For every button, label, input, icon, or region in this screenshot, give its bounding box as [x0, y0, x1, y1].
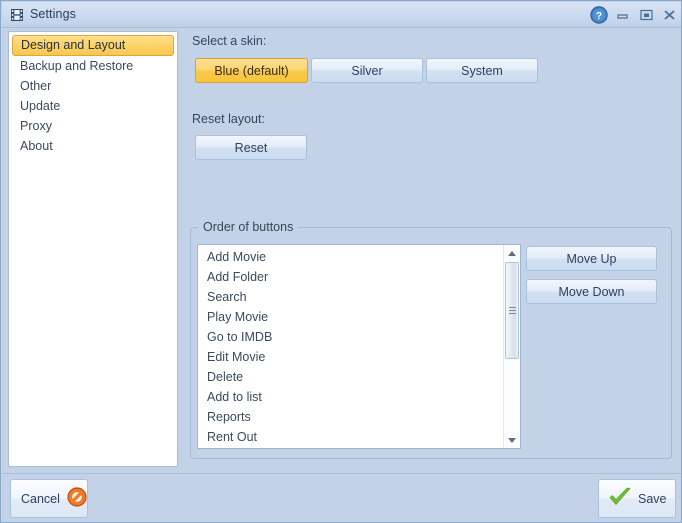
film-strip-icon: [10, 8, 24, 22]
no-entry-icon: [66, 486, 88, 511]
settings-window: Settings ? Design and Layout Backup and …: [0, 0, 682, 523]
scroll-up-arrow-icon[interactable]: [504, 245, 520, 261]
cancel-button[interactable]: Cancel: [10, 479, 88, 518]
skin-option-label: Silver: [351, 63, 383, 78]
list-item[interactable]: Delete: [198, 367, 500, 387]
reset-layout-label: Reset layout:: [192, 112, 265, 126]
window-title: Settings: [30, 7, 76, 21]
triangle-down-icon: [508, 437, 516, 443]
list-item[interactable]: Edit Movie: [198, 347, 500, 367]
scrollbar-grip-icon: [509, 307, 516, 314]
skin-option-label: System: [461, 63, 503, 78]
list-item[interactable]: Add Folder: [198, 267, 500, 287]
sidebar-item-label: Other: [20, 79, 52, 93]
scrollbar-thumb[interactable]: [505, 262, 519, 359]
sidebar-item-about[interactable]: About: [12, 136, 174, 156]
list-item[interactable]: Play Movie: [198, 307, 500, 327]
skin-option-system[interactable]: System: [426, 58, 538, 83]
skin-option-blue-default[interactable]: Blue (default): [195, 58, 308, 83]
sidebar-item-other[interactable]: Other: [12, 76, 174, 96]
sidebar-item-label: Update: [20, 99, 61, 113]
list-item[interactable]: Reports: [198, 407, 500, 427]
close-button[interactable]: [661, 7, 678, 23]
settings-category-list[interactable]: Design and Layout Backup and Restore Oth…: [8, 31, 178, 467]
maximize-button[interactable]: [638, 7, 655, 23]
move-up-label: Move Up: [566, 251, 617, 266]
move-down-button[interactable]: Move Down: [526, 279, 657, 304]
select-skin-label: Select a skin:: [192, 34, 267, 48]
sidebar-item-label: About: [20, 139, 53, 153]
triangle-up-icon: [508, 250, 516, 256]
order-of-buttons-legend: Order of buttons: [198, 220, 299, 234]
order-of-buttons-list[interactable]: Add Movie Add Folder Search Play Movie G…: [197, 244, 521, 449]
save-button[interactable]: Save: [598, 479, 676, 518]
list-item[interactable]: Rent Out: [198, 427, 500, 447]
move-up-button[interactable]: Move Up: [526, 246, 657, 271]
svg-text:?: ?: [596, 10, 602, 22]
move-down-label: Move Down: [558, 284, 625, 299]
sidebar-item-label: Design and Layout: [21, 38, 126, 52]
skin-option-silver[interactable]: Silver: [311, 58, 423, 83]
sidebar-item-label: Backup and Restore: [20, 59, 134, 73]
title-bar: Settings ?: [2, 2, 681, 28]
sidebar-item-design-and-layout[interactable]: Design and Layout: [12, 35, 174, 56]
footer-bar: [2, 473, 681, 521]
sidebar-item-update[interactable]: Update: [12, 96, 174, 116]
cancel-button-label: Cancel: [21, 491, 60, 506]
list-item[interactable]: Search: [198, 287, 500, 307]
skin-option-label: Blue (default): [214, 63, 289, 78]
list-scrollbar[interactable]: [503, 245, 520, 448]
minimize-button[interactable]: [614, 7, 631, 23]
reset-button-label: Reset: [234, 140, 268, 155]
list-item[interactable]: Add to list: [198, 387, 500, 407]
scroll-down-arrow-icon[interactable]: [504, 432, 520, 448]
green-check-icon: [607, 485, 633, 512]
save-button-label: Save: [638, 491, 667, 506]
sidebar-item-proxy[interactable]: Proxy: [12, 116, 174, 136]
help-button[interactable]: ?: [590, 6, 608, 24]
reset-layout-button[interactable]: Reset: [195, 135, 307, 160]
sidebar-item-backup-and-restore[interactable]: Backup and Restore: [12, 56, 174, 76]
list-item[interactable]: Go to IMDB: [198, 327, 500, 347]
list-item[interactable]: Add Movie: [198, 247, 500, 267]
sidebar-item-label: Proxy: [20, 119, 52, 133]
